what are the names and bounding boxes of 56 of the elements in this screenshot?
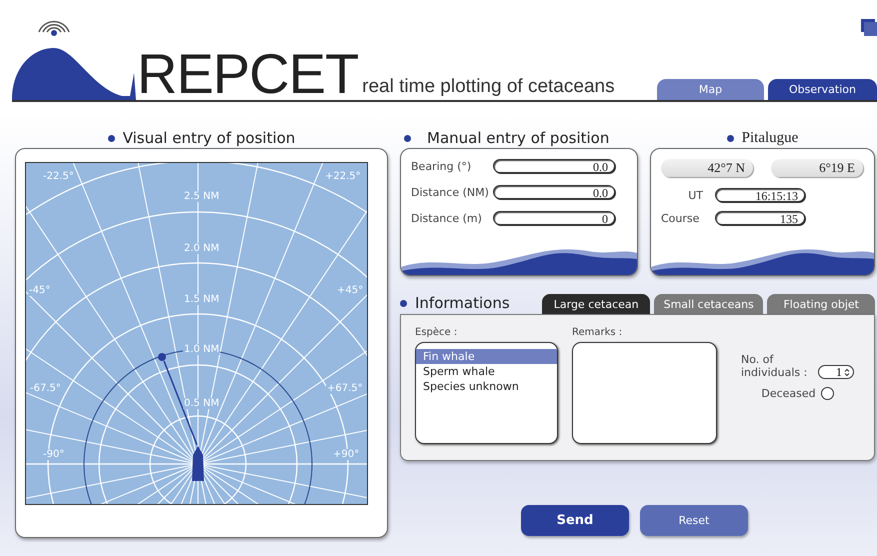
angle-label: +67.5° xyxy=(326,383,364,394)
angle-label: -67.5° xyxy=(29,383,62,394)
field-label: Remarks : xyxy=(572,327,624,338)
bullet-icon xyxy=(726,134,734,142)
bullet-icon xyxy=(108,134,115,142)
field-label: Course xyxy=(661,212,700,224)
logo-text: REPCET xyxy=(137,46,358,102)
reset-button[interactable]: Reset xyxy=(640,505,748,536)
section-title: Pitalugue xyxy=(742,130,798,146)
distance-label: 1.5 NM xyxy=(183,294,220,305)
input-field[interactable]: 0 xyxy=(493,211,615,225)
field-label: Espèce : xyxy=(415,327,458,338)
category-tab[interactable]: Large cetacean xyxy=(542,294,650,314)
bullet-icon xyxy=(404,134,411,142)
latitude-field: 42°7 N xyxy=(661,159,753,177)
section-title: Visual entry of position xyxy=(122,129,296,147)
field-label: No. of individuals : xyxy=(741,353,808,379)
species-list[interactable]: Fin whale Sperm whale Species unknown xyxy=(415,342,558,444)
nav-tab[interactable]: Observation xyxy=(768,79,877,100)
remarks-field[interactable] xyxy=(572,342,717,444)
field-label: Deceased xyxy=(761,387,816,400)
tagline: real time plotting of cetaceans xyxy=(362,76,615,98)
distance-label: 2.0 NM xyxy=(183,243,220,254)
bullet-icon xyxy=(400,300,407,306)
angle-label: -90° xyxy=(42,449,66,460)
nav-tab[interactable]: Map xyxy=(657,79,764,100)
section-title: Manual entry of position xyxy=(427,129,610,147)
field-label: Distance (NM) xyxy=(411,186,487,198)
angle-label: +90° xyxy=(332,449,360,460)
individuals-spinner[interactable]: 1 xyxy=(818,365,854,379)
species-item[interactable]: Fin whale xyxy=(416,349,557,364)
angle-label: +22.5° xyxy=(324,171,362,182)
window-icon[interactable] xyxy=(860,18,877,36)
sighting-marker-icon[interactable] xyxy=(158,353,166,361)
boat-icon xyxy=(192,446,204,481)
send-button[interactable]: Send xyxy=(521,505,629,536)
angle-label: +45° xyxy=(336,285,364,296)
distance-label: 1.0 NM xyxy=(183,344,220,355)
angle-label: -45° xyxy=(28,285,52,296)
species-item[interactable]: Sperm whale xyxy=(416,364,557,379)
field-label: UT xyxy=(687,188,703,202)
species-item[interactable]: Species unknown xyxy=(416,379,557,394)
input-field[interactable]: 135 xyxy=(715,211,805,225)
category-tab[interactable]: Floating objet xyxy=(767,294,875,314)
distance-label: 0.5 NM xyxy=(183,398,220,409)
input-field[interactable]: 0.0 xyxy=(493,185,615,199)
longitude-field: 6°19 E xyxy=(771,159,863,177)
category-tab[interactable]: Small cetaceans xyxy=(654,294,764,314)
input-field[interactable]: 16:15:13 xyxy=(715,188,805,202)
section-title: Informations xyxy=(415,294,510,312)
field-label: Distance (m) xyxy=(411,212,483,224)
distance-label: 2.5 NM xyxy=(183,191,220,202)
input-field[interactable]: 0.0 xyxy=(493,159,615,173)
field-label: Bearing (°) xyxy=(411,160,472,172)
deceased-radio[interactable] xyxy=(820,387,834,400)
angle-label: -22.5° xyxy=(42,171,75,182)
